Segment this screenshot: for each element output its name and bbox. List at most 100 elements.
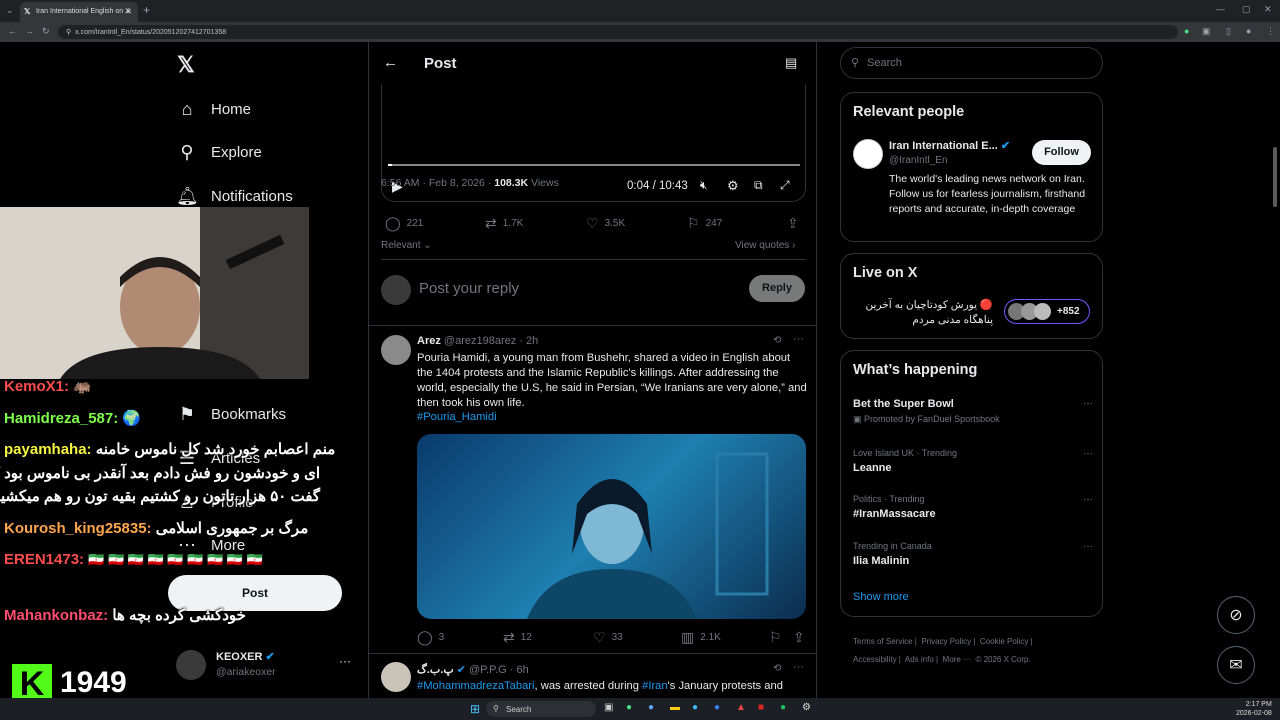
repost-count[interactable]: ⇄ 1.7K: [485, 215, 523, 232]
app-icon[interactable]: ▲: [736, 702, 746, 713]
spotify-icon[interactable]: ●: [780, 702, 786, 713]
settings-gear-icon[interactable]: ⚙: [802, 702, 811, 713]
new-tab-icon[interactable]: +: [143, 3, 150, 17]
footer-link[interactable]: Accessibility: [853, 655, 897, 664]
task-view-icon[interactable]: ▣: [604, 702, 613, 713]
clock[interactable]: 2:17 PM 2026-02-08: [1236, 700, 1272, 718]
heart-icon: ♡: [593, 629, 606, 645]
nav-bookmarks[interactable]: ⚑ Bookmarks: [176, 399, 286, 429]
nav-home[interactable]: ⌂ Home: [176, 94, 251, 124]
reply-count[interactable]: ◯ 3: [417, 629, 444, 646]
person-name[interactable]: Iran International E... ✔: [889, 139, 1010, 152]
tab-search-icon[interactable]: ⌄: [6, 5, 14, 16]
reply-video-thumbnail[interactable]: [417, 434, 806, 619]
like-count[interactable]: ♡ 3.5K: [586, 215, 625, 232]
view-quotes-link[interactable]: View quotes ›: [735, 240, 795, 251]
hashtag-link[interactable]: #Pouria_Hamidi: [417, 411, 497, 423]
trend-more-icon[interactable]: ···: [1083, 494, 1093, 505]
share-icon[interactable]: ⇪: [793, 629, 811, 646]
whats-happening-card: What’s happening Bet the Super Bowl ▣ Pr…: [840, 350, 1103, 617]
close-window-icon[interactable]: ✕: [1264, 4, 1272, 15]
start-icon[interactable]: ⊞: [470, 702, 480, 716]
trend-item[interactable]: Love Island UK · Trending Leanne ···: [853, 448, 1093, 474]
forward-icon[interactable]: →: [25, 26, 34, 36]
nav-explore[interactable]: ⚲ Explore: [176, 137, 262, 167]
footer-link[interactable]: Terms of Service: [853, 637, 913, 646]
address-bar[interactable]: ⚲ x.com/IranIntl_En/status/20205120274127…: [58, 25, 1178, 39]
chat-line: Hamidreza_587: 🌍: [4, 410, 142, 427]
reply-input[interactable]: Post your reply: [419, 280, 519, 297]
taskbar-search[interactable]: ⚲ Search: [486, 701, 596, 717]
reply-button[interactable]: Reply: [749, 275, 805, 302]
browser-menu-icon[interactable]: ⋮: [1266, 26, 1275, 37]
windows-taskbar: ⊞ ⚲ Search ▣ ● ● ▬ ● ● ▲ ■ ● ⚙ 2:17 PM 202…: [0, 698, 1280, 720]
footer-link[interactable]: Privacy Policy: [921, 637, 971, 646]
footer-link[interactable]: Cookie Policy: [980, 637, 1028, 646]
avatar[interactable]: [381, 335, 411, 365]
repost-count[interactable]: ⇄ 12: [503, 629, 532, 646]
post-more-icon[interactable]: ···: [793, 333, 804, 345]
search-input[interactable]: ⚲ Search: [840, 47, 1103, 79]
file-explorer-icon[interactable]: ▬: [670, 702, 680, 713]
like-count[interactable]: ♡ 33: [593, 629, 623, 646]
trend-item[interactable]: Trending in Canada Ilia Malinin ···: [853, 541, 1093, 567]
post-more-icon[interactable]: ···: [793, 661, 804, 673]
show-more-link[interactable]: Show more: [853, 591, 909, 603]
sort-dropdown[interactable]: Relevant ⌄: [381, 240, 432, 251]
maximize-icon[interactable]: ▢: [1242, 4, 1251, 15]
trend-item[interactable]: Politics · Trending #IranMassacare ···: [853, 494, 1093, 520]
trend-item[interactable]: Bet the Super Bowl ▣ Promoted by FanDuel…: [853, 398, 1093, 425]
profile-icon[interactable]: ●: [1246, 26, 1251, 36]
reply-text: Pouria Hamidi, a young man from Bushehr,…: [417, 352, 807, 409]
pip-icon[interactable]: ⧉: [754, 178, 763, 193]
viewer-count: 1949: [60, 666, 127, 699]
messages-fab-icon[interactable]: ✉: [1217, 646, 1255, 684]
minimize-icon[interactable]: —: [1216, 4, 1225, 14]
back-arrow-icon[interactable]: ←: [383, 54, 398, 71]
avatar[interactable]: [853, 139, 883, 169]
scrollbar[interactable]: [1273, 147, 1277, 207]
site-info-icon[interactable]: ⚲: [66, 29, 71, 36]
follow-button[interactable]: Follow: [1032, 140, 1091, 165]
account-name: KEOXER ✔: [216, 651, 275, 663]
reload-icon[interactable]: ↻: [42, 26, 50, 37]
close-tab-icon[interactable]: ✕: [125, 7, 132, 16]
app-icon[interactable]: ●: [714, 702, 720, 713]
live-participants[interactable]: +852: [1004, 299, 1090, 324]
back-icon[interactable]: ←: [8, 26, 17, 36]
trend-more-icon[interactable]: ···: [1083, 448, 1093, 459]
extension-icon[interactable]: ●: [1184, 26, 1189, 36]
chrome-app-icon[interactable]: ●: [626, 702, 632, 713]
trend-more-icon[interactable]: ···: [1083, 541, 1093, 552]
x-logo-icon[interactable]: 𝕏: [177, 52, 195, 78]
grok-fab-icon[interactable]: ⊘: [1217, 596, 1255, 634]
account-more-icon[interactable]: ···: [339, 654, 351, 668]
app-icon[interactable]: ■: [758, 702, 764, 713]
reply-count[interactable]: ◯ 221: [385, 215, 423, 232]
app-icon[interactable]: ●: [648, 702, 654, 713]
sidebar-icon[interactable]: ▯: [1226, 26, 1231, 37]
bookmark-count[interactable]: ⚐ 247: [687, 215, 722, 232]
avatar[interactable]: [381, 662, 411, 692]
video-progress[interactable]: [388, 164, 800, 166]
browser-tab[interactable]: 𝕏 Iran International English on X ✕: [20, 2, 138, 22]
edge-icon[interactable]: ●: [692, 702, 698, 713]
share-icon[interactable]: ⇪: [787, 215, 805, 232]
live-title[interactable]: 🔴 یورش کودتاچیان به آخرین پناهگاه مدنی م…: [853, 298, 993, 328]
nav-explore-label: Explore: [211, 143, 262, 161]
trend-more-icon[interactable]: ···: [1083, 398, 1093, 409]
grok-icon[interactable]: ⟲: [773, 663, 781, 674]
fullscreen-icon[interactable]: ⤢: [780, 178, 790, 193]
mute-icon[interactable]: 🔇︎: [700, 178, 708, 193]
grok-icon[interactable]: ⟲: [773, 335, 781, 346]
bookmark-icon[interactable]: ⚐: [769, 629, 788, 646]
account-switcher[interactable]: KEOXER ✔ @ariakeoxer ···: [176, 648, 366, 688]
reader-icon[interactable]: ▤: [785, 55, 797, 71]
views-count[interactable]: ▥ 2.1K: [681, 629, 721, 646]
footer-link[interactable]: More ···: [943, 655, 971, 664]
footer-link[interactable]: Ads info: [905, 655, 934, 664]
settings-gear-icon[interactable]: ⚙: [727, 178, 739, 194]
bookmark-icon: ⚑: [178, 403, 196, 424]
extensions-puzzle-icon[interactable]: ▣: [1202, 26, 1211, 37]
repost-icon: ⇄: [503, 629, 515, 645]
